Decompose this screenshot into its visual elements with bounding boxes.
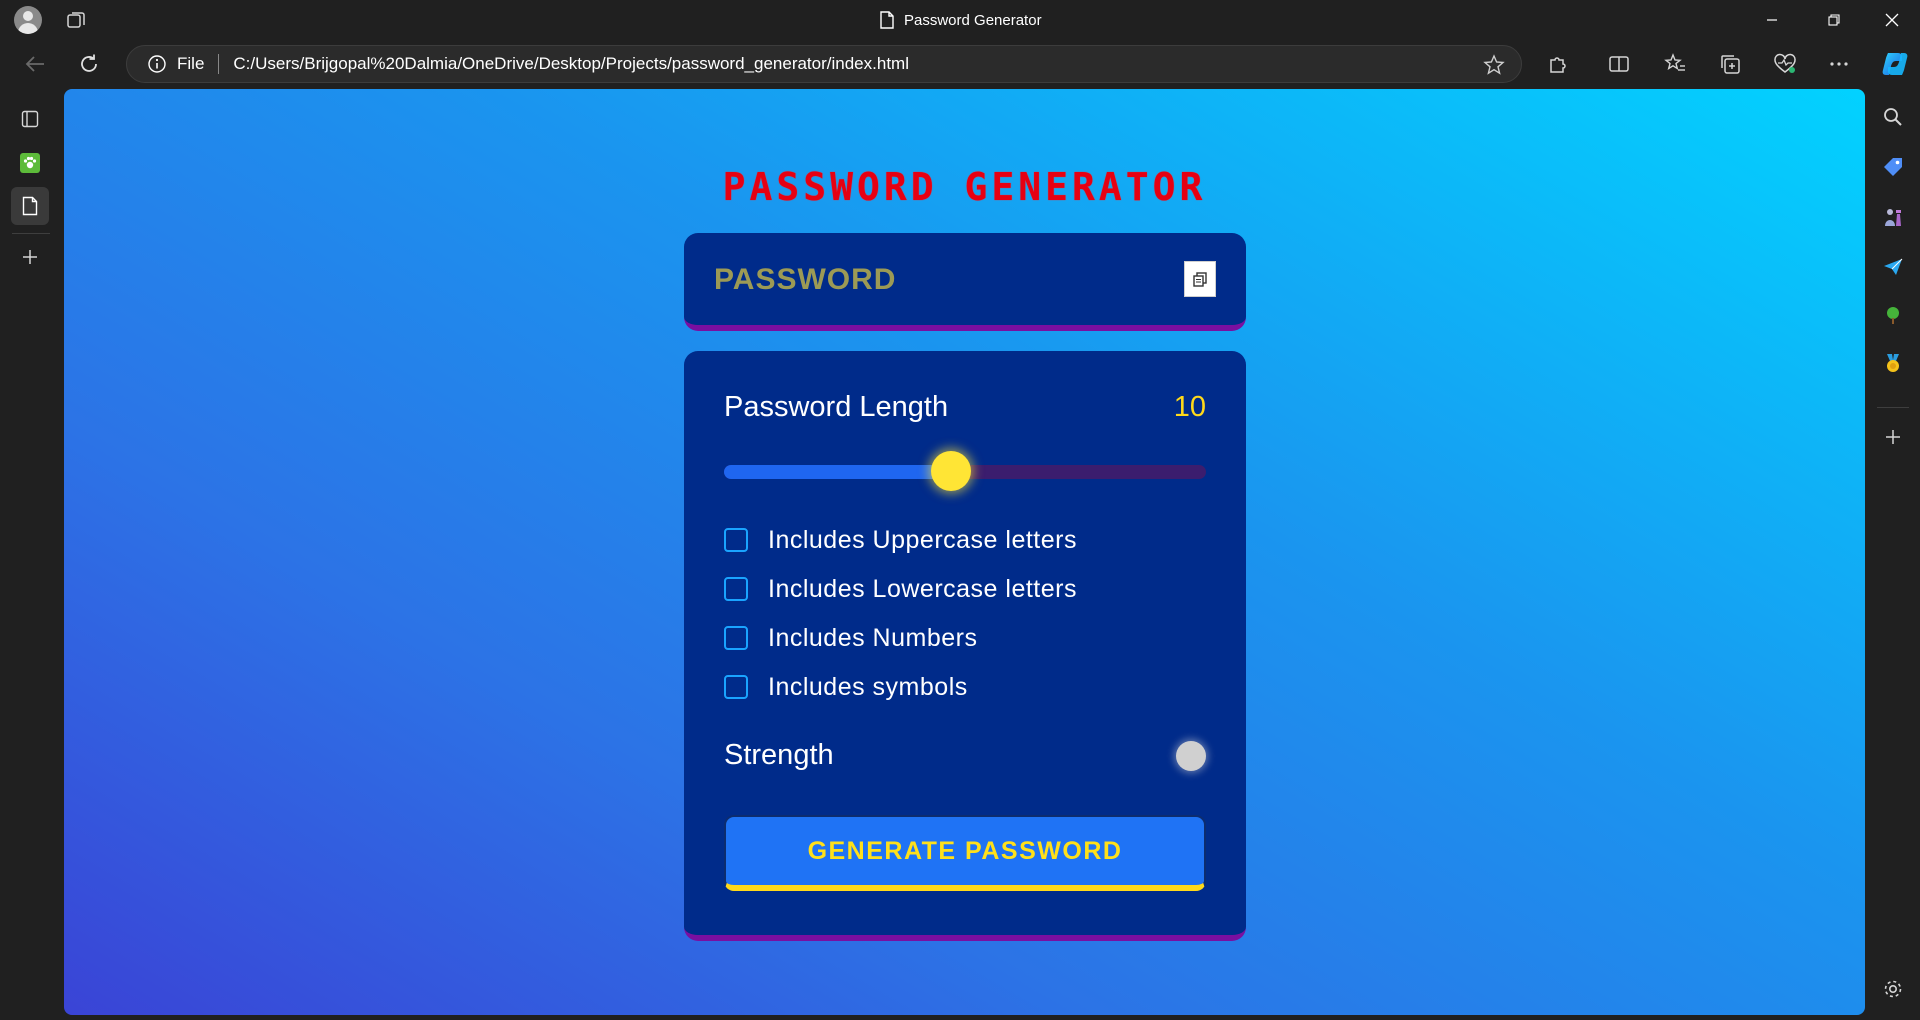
uppercase-checkbox[interactable] [724, 528, 748, 552]
minimize-icon [1767, 19, 1777, 21]
sidebar-panel-icon [21, 110, 39, 128]
back-button[interactable] [22, 51, 48, 77]
option-label: Includes Uppercase letters [768, 525, 1077, 554]
plus-icon [1886, 430, 1900, 444]
copilot-icon [1882, 53, 1908, 75]
more-dots-icon [1830, 62, 1848, 66]
sidebar-shopping-button[interactable] [1879, 153, 1907, 181]
edge-sidebar [1865, 89, 1920, 1020]
tree-icon [1887, 307, 1899, 324]
puzzle-icon [1550, 57, 1566, 73]
favorites-list-icon [1664, 53, 1685, 71]
password-placeholder: PASSWORD [714, 263, 897, 296]
title-bar: Password Generator [0, 0, 1920, 39]
window-title-text: Password Generator [904, 11, 1042, 29]
sidebar-settings-button[interactable] [1879, 975, 1907, 1003]
sidebar-send-button[interactable] [1879, 253, 1907, 281]
new-tab-button[interactable] [14, 241, 46, 273]
paw-icon [20, 153, 40, 173]
option-lowercase[interactable]: Includes Lowercase letters [724, 574, 1077, 604]
copy-icon [1193, 272, 1207, 287]
address-separator [218, 54, 220, 74]
heart-pulse-icon [1774, 53, 1796, 73]
favorite-star-icon[interactable] [1483, 54, 1505, 76]
more-menu-button[interactable] [1826, 51, 1852, 77]
option-uppercase[interactable]: Includes Uppercase letters [724, 525, 1077, 555]
page-icon [22, 196, 38, 216]
page-title: Password Generator [722, 165, 1207, 209]
strength-indicator [1176, 741, 1206, 771]
settings-panel: Password Length 10 Includes Uppercase le… [684, 351, 1246, 941]
option-label: Includes symbols [768, 672, 968, 701]
paper-plane-icon [1884, 258, 1903, 275]
gear-icon [1884, 980, 1902, 998]
browser-essentials-button[interactable] [1772, 51, 1798, 77]
sidebar-games-button[interactable] [1879, 203, 1907, 231]
restore-button[interactable] [1822, 8, 1846, 32]
copy-button[interactable] [1184, 261, 1216, 297]
restore-icon [1828, 14, 1840, 26]
medal-icon [1887, 354, 1899, 372]
generate-password-button[interactable]: Generate Password [724, 815, 1206, 891]
vertical-tab-rail [0, 89, 62, 1020]
price-tag-icon [1884, 158, 1902, 176]
split-screen-button[interactable] [1606, 51, 1632, 77]
minimize-button[interactable] [1760, 8, 1784, 32]
tab-password-generator[interactable] [11, 187, 49, 225]
strength-label: Strength [724, 739, 834, 771]
search-icon [1884, 108, 1902, 126]
info-icon[interactable] [147, 54, 167, 74]
chess-pieces-icon [1885, 209, 1901, 226]
lowercase-checkbox[interactable] [724, 577, 748, 601]
option-numbers[interactable]: Includes Numbers [724, 623, 977, 653]
tab-paw-site[interactable] [14, 147, 46, 179]
sidebar-rewards-button[interactable] [1879, 349, 1907, 377]
close-icon [1885, 13, 1899, 27]
page-icon [880, 11, 894, 29]
copilot-button[interactable] [1880, 49, 1910, 79]
rail-divider [12, 233, 50, 234]
option-label: Includes Numbers [768, 623, 978, 652]
collections-button[interactable] [1717, 51, 1743, 77]
favorites-button[interactable] [1662, 51, 1688, 77]
tab-manager-button[interactable] [14, 103, 46, 135]
length-slider-thumb[interactable] [931, 451, 971, 491]
address-bar[interactable]: File C:/Users/Brijgopal%20Dalmia/OneDriv… [126, 45, 1522, 83]
plus-icon [23, 250, 37, 264]
password-display: PASSWORD [684, 233, 1246, 331]
sidebar-tree-button[interactable] [1879, 301, 1907, 329]
url-text[interactable]: C:/Users/Brijgopal%20Dalmia/OneDrive/Des… [233, 54, 909, 74]
refresh-icon [81, 54, 97, 72]
option-symbols[interactable]: Includes symbols [724, 672, 968, 702]
scheme-label: File [177, 54, 205, 73]
sidebar-add-button[interactable] [1879, 423, 1907, 451]
collections-icon [1721, 55, 1740, 74]
window-title: Password Generator [880, 10, 1042, 30]
length-label: Password Length [724, 391, 949, 423]
refresh-button[interactable] [76, 51, 102, 77]
symbols-checkbox[interactable] [724, 675, 748, 699]
length-value: 10 [1173, 391, 1206, 423]
split-screen-icon [1609, 56, 1629, 72]
close-button[interactable] [1880, 8, 1904, 32]
numbers-checkbox[interactable] [724, 626, 748, 650]
profile-avatar-icon[interactable] [14, 6, 42, 34]
back-arrow-icon [25, 56, 44, 72]
option-label: Includes Lowercase letters [768, 574, 1077, 603]
tab-actions-icon[interactable] [66, 10, 86, 30]
sidebar-divider [1877, 407, 1909, 408]
page-viewport: Password Generator PASSWORD Password Len… [64, 89, 1865, 1015]
length-slider-fill [724, 465, 951, 479]
extensions-button[interactable] [1545, 51, 1571, 77]
sidebar-search-button[interactable] [1879, 103, 1907, 131]
browser-toolbar: File C:/Users/Brijgopal%20Dalmia/OneDriv… [0, 39, 1920, 89]
